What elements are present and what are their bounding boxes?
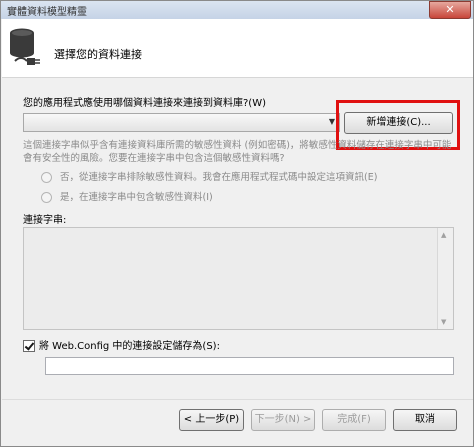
radio-include-label: 是，在連接字串中包含敏感性資料(I)	[60, 192, 213, 203]
footer-divider	[2, 399, 473, 400]
connection-dropdown[interactable]: ▼	[23, 113, 340, 132]
connection-question-label: 您的應用程式應使用哪個資料連接來連接到資料庫?(W)	[23, 98, 266, 109]
database-connection-icon	[10, 28, 40, 65]
window-title: 實體資料模型精靈	[7, 7, 87, 18]
save-config-checkbox[interactable]: 將 Web.Config 中的連接設定儲存為(S):	[23, 337, 220, 352]
save-config-label: 將 Web.Config 中的連接設定儲存為(S):	[39, 341, 220, 352]
scrollbar[interactable]: ▲ ▼	[437, 228, 453, 329]
connection-string-label: 連接字串:	[23, 215, 67, 226]
sensitive-data-notice: 這個連接字串似乎含有連接資料庫所需的敏感性資料 (例如密碼)，將敏感性資料儲存在…	[23, 140, 452, 164]
previous-button[interactable]: < 上一步(P)	[179, 409, 244, 431]
radio-include-sensitive[interactable]: 是，在連接字串中包含敏感性資料(I)	[41, 189, 213, 203]
page-title: 選擇您的資料連接	[54, 48, 142, 61]
scroll-up-icon[interactable]: ▲	[441, 231, 446, 239]
config-name-input[interactable]	[45, 357, 454, 375]
connection-string-box[interactable]: ▲ ▼	[23, 227, 454, 330]
cancel-button[interactable]: 取消	[393, 409, 457, 431]
entity-data-model-wizard: 實體資料模型精靈 ✕ 選擇您的資料連接 您的應用程式應使用哪個資料連接來連接到資…	[0, 0, 474, 447]
close-button[interactable]: ✕	[429, 1, 471, 19]
wizard-header: 選擇您的資料連接	[2, 19, 473, 78]
radio-exclude-label: 否，從連接字串排除敏感性資料。我會在應用程式程式碼中設定這項資訊(E)	[60, 172, 378, 183]
checkbox-checked-icon	[23, 340, 35, 352]
finish-button[interactable]: 完成(F)	[322, 409, 386, 431]
title-bar: 實體資料模型精靈 ✕	[1, 1, 473, 19]
scroll-down-icon[interactable]: ▼	[441, 318, 446, 326]
dropdown-arrow-icon: ▼	[328, 117, 335, 126]
next-button[interactable]: 下一步(N) >	[251, 409, 315, 431]
radio-button-icon	[41, 192, 52, 203]
radio-exclude-sensitive[interactable]: 否，從連接字串排除敏感性資料。我會在應用程式程式碼中設定這項資訊(E)	[41, 169, 377, 183]
radio-button-icon	[41, 172, 52, 183]
